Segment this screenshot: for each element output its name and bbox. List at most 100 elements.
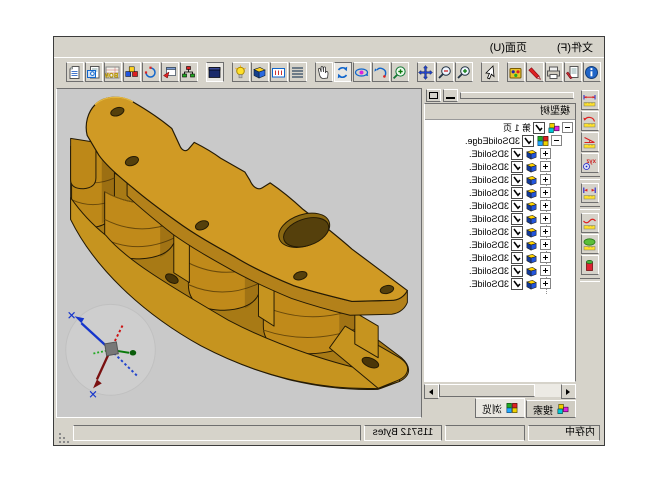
- design-tree-button[interactable]: [180, 62, 198, 82]
- tree-row[interactable]: 3DSolidE.: [425, 199, 575, 212]
- exit-environment-button[interactable]: [206, 62, 224, 82]
- expand-toggle-icon[interactable]: [540, 200, 551, 211]
- print-button[interactable]: [545, 62, 563, 82]
- window-arrow-icon: [163, 65, 178, 80]
- update-cycle-button[interactable]: [142, 62, 160, 82]
- visibility-checkbox[interactable]: [511, 200, 523, 212]
- material-cubes-button[interactable]: [123, 62, 141, 82]
- tree-row[interactable]: 3DSolidE.: [425, 277, 575, 290]
- solid-cube-icon: [525, 226, 538, 238]
- status-memory: 内存中: [528, 425, 600, 441]
- solid-cube-icon: [525, 213, 538, 225]
- panel-minimize-button[interactable]: [443, 89, 458, 102]
- zoom-in-button[interactable]: [455, 62, 473, 82]
- expand-toggle-icon[interactable]: [540, 252, 551, 263]
- visibility-checkbox[interactable]: [511, 187, 523, 199]
- print-preview-button[interactable]: [85, 62, 103, 82]
- tree-row[interactable]: 3DSolidE.: [425, 238, 575, 251]
- orbit-rotate-button[interactable]: [353, 62, 371, 82]
- visibility-checkbox[interactable]: [511, 213, 523, 225]
- expand-toggle-icon[interactable]: [540, 161, 551, 172]
- scene-page-icon: [547, 122, 560, 134]
- tree-row[interactable]: 3DSolidE.: [425, 147, 575, 160]
- dimension-frame-button[interactable]: [270, 62, 288, 82]
- measure-volume-button[interactable]: [581, 255, 599, 275]
- measure-area-button[interactable]: [581, 234, 599, 254]
- expand-toggle-icon[interactable]: [551, 135, 562, 146]
- tree-row[interactable]: 3DSolidE.: [425, 186, 575, 199]
- display-list-button[interactable]: [289, 62, 307, 82]
- colors-button[interactable]: [507, 62, 525, 82]
- expand-toggle-icon[interactable]: [540, 226, 551, 237]
- insert-window-button[interactable]: [161, 62, 179, 82]
- pan-cross-icon: [419, 65, 434, 80]
- tree-row[interactable]: 3DSolidEdge.: [425, 134, 575, 147]
- restore-icon: [429, 92, 438, 99]
- visibility-checkbox[interactable]: [511, 174, 523, 186]
- main-area: xyz 模型树 第 1 页: [54, 87, 604, 420]
- refresh-rotate-button[interactable]: [334, 62, 352, 82]
- target-rotate-button[interactable]: [372, 62, 390, 82]
- expand-toggle-icon[interactable]: [540, 213, 551, 224]
- expand-toggle-icon[interactable]: [540, 174, 551, 185]
- tree-row[interactable]: 3DSolidE.: [425, 264, 575, 277]
- zoom-out-button[interactable]: [436, 62, 454, 82]
- visibility-checkbox[interactable]: [511, 278, 523, 290]
- tab-search[interactable]: 搜索: [526, 400, 576, 418]
- expand-toggle-icon[interactable]: [540, 239, 551, 250]
- light-settings-button[interactable]: [232, 62, 250, 82]
- expand-toggle-icon[interactable]: [540, 148, 551, 159]
- expand-toggle-icon[interactable]: [562, 122, 573, 133]
- measure-length-button[interactable]: [581, 90, 599, 110]
- menu-page[interactable]: 页面(U): [488, 38, 529, 56]
- visibility-checkbox[interactable]: [522, 135, 534, 147]
- solid-cube-icon: [525, 174, 538, 186]
- measure-distance-button[interactable]: [581, 183, 599, 203]
- visibility-checkbox[interactable]: [533, 122, 545, 134]
- visibility-checkbox[interactable]: [511, 239, 523, 251]
- tree-tabs: 搜索 浏览: [424, 397, 576, 418]
- tree-item-label: 3DSolidE.: [469, 214, 509, 224]
- panel-float-button[interactable]: [426, 89, 441, 102]
- tree-row[interactable]: 3DSolidE.: [425, 225, 575, 238]
- new-page-button[interactable]: [66, 62, 84, 82]
- pan-button[interactable]: [417, 62, 435, 82]
- frame-dimension-icon: [272, 65, 287, 80]
- visibility-checkbox[interactable]: [511, 265, 523, 277]
- pan-hand-button[interactable]: [315, 62, 333, 82]
- annotate-button[interactable]: [526, 62, 544, 82]
- menu-file[interactable]: 文件(F): [555, 38, 595, 56]
- tree-row[interactable]: 3DSolidE.: [425, 212, 575, 225]
- visibility-checkbox[interactable]: [511, 161, 523, 173]
- scrollbar-thumb[interactable]: [439, 384, 535, 397]
- horizontal-lines-icon: [291, 65, 306, 80]
- visibility-checkbox[interactable]: [511, 252, 523, 264]
- measure-curve-length-button[interactable]: [581, 213, 599, 233]
- target-rotate-icon: [374, 65, 389, 80]
- expand-toggle-icon[interactable]: [540, 278, 551, 289]
- viewport-3d[interactable]: [56, 88, 422, 418]
- expand-toggle-icon[interactable]: [540, 265, 551, 276]
- solid-cube-icon: [525, 239, 538, 251]
- measure-coordinates-button[interactable]: xyz: [581, 153, 599, 173]
- expand-toggle-icon[interactable]: [540, 187, 551, 198]
- tree-row[interactable]: 第 1 页: [425, 121, 575, 134]
- scrollbar-track[interactable]: [439, 384, 561, 397]
- panel-drag-grip[interactable]: [460, 92, 574, 99]
- help-info-button[interactable]: [583, 62, 601, 82]
- dynamic-zoom-button[interactable]: [391, 62, 409, 82]
- bom-button[interactable]: BOM: [104, 62, 122, 82]
- visibility-checkbox[interactable]: [511, 148, 523, 160]
- visibility-checkbox[interactable]: [511, 226, 523, 238]
- tree-row[interactable]: 3DSolidE.: [425, 251, 575, 264]
- render-mode-button[interactable]: [251, 62, 269, 82]
- tree-row[interactable]: 3DSolidE.: [425, 173, 575, 186]
- measure-radius-button[interactable]: [581, 111, 599, 131]
- tree-row[interactable]: 3DSolidE.: [425, 160, 575, 173]
- curve-length-icon: [583, 216, 598, 231]
- edit-document-button[interactable]: [564, 62, 582, 82]
- select-button[interactable]: [481, 62, 499, 82]
- resize-grip[interactable]: [57, 431, 70, 445]
- measure-angle-button[interactable]: [581, 132, 599, 152]
- tab-browse[interactable]: 浏览: [475, 398, 525, 418]
